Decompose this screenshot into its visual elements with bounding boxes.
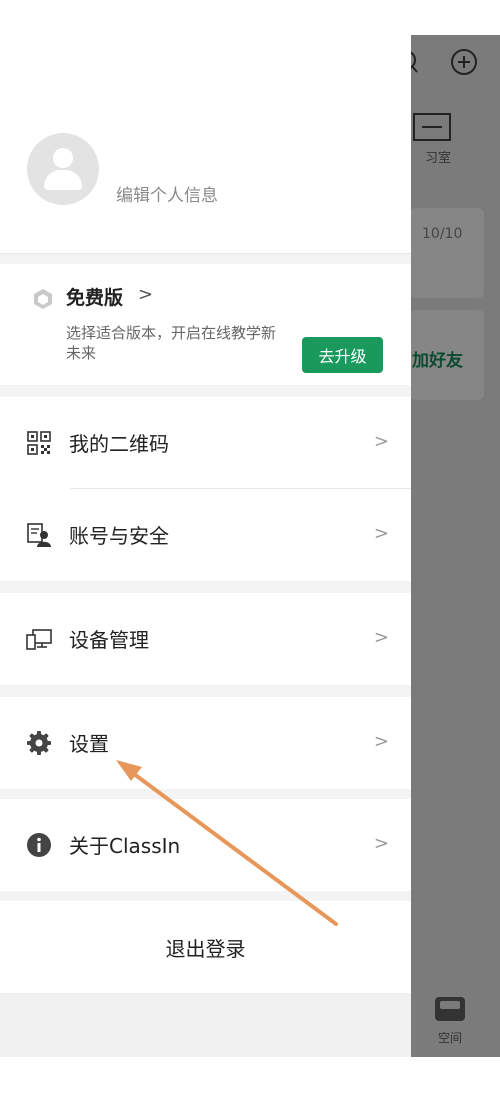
menu-item-about[interactable]: 关于ClassIn > (0, 799, 411, 891)
menu-group-about: 关于ClassIn > (0, 799, 411, 891)
tab-space-label: 空间 (437, 1031, 462, 1045)
profile-header[interactable]: 编辑个人信息 (0, 35, 411, 254)
add-circle-icon (451, 49, 477, 75)
plan-title[interactable]: 免费版 (66, 283, 123, 310)
avatar[interactable] (27, 133, 99, 205)
background-study-room-tool: 习室 (408, 113, 468, 166)
menu-item-qr-code[interactable]: 我的二维码 > (0, 397, 411, 489)
menu-group-account: 我的二维码 > 账号与安全 > (0, 397, 411, 581)
upgrade-button[interactable]: 去升级 (302, 337, 383, 373)
chevron-right-icon: > (373, 731, 389, 752)
background-add-friend-card: 加好友 (410, 310, 484, 400)
account-security-icon (27, 523, 51, 547)
menu-group-settings: 设置 > (0, 697, 411, 789)
menu-item-account-security[interactable]: 账号与安全 > (0, 489, 411, 581)
gear-icon (27, 731, 51, 755)
chevron-right-icon: > (373, 833, 389, 854)
device-icon (26, 629, 52, 650)
study-room-icon (413, 113, 451, 141)
background-top-icons (400, 48, 478, 76)
qr-code-icon (27, 431, 51, 455)
chevron-right-icon[interactable]: > (138, 284, 153, 305)
chevron-right-icon: > (373, 431, 389, 452)
edit-profile-link[interactable]: 编辑个人信息 (116, 181, 218, 206)
background-stat-card: 10/10 (410, 208, 484, 298)
avatar-body (44, 170, 82, 190)
study-room-label: 习室 (424, 151, 451, 166)
menu-label-account-security: 账号与安全 (69, 524, 169, 548)
avatar-head (53, 148, 73, 168)
drawer-footer (0, 993, 411, 1057)
menu-label-about: 关于ClassIn (69, 834, 181, 858)
chevron-right-icon: > (373, 627, 389, 648)
add-friend-label: 加好友 (412, 351, 463, 371)
menu-label-qr-code: 我的二维码 (69, 432, 169, 456)
stat-count: 10/10 (422, 226, 463, 242)
plan-description: 选择适合版本，开启在线教学新未来 (66, 324, 277, 362)
menu-label-device-manage: 设备管理 (69, 628, 149, 652)
side-drawer: 编辑个人信息 免费版 > 选择适合版本，开启在线教学新未来 去升级 我的二维码 … (0, 35, 411, 1057)
plan-card: 免费版 > 选择适合版本，开启在线教学新未来 去升级 (0, 264, 411, 385)
menu-group-device: 设备管理 > (0, 593, 411, 685)
menu-item-device-manage[interactable]: 设备管理 > (0, 593, 411, 685)
chevron-right-icon: > (373, 523, 389, 544)
menu-label-settings: 设置 (69, 732, 109, 756)
inbox-icon (435, 997, 465, 1021)
plan-badge-icon (34, 289, 52, 309)
background-tab-space: 空间 (420, 997, 480, 1046)
info-icon (27, 833, 51, 857)
menu-item-settings[interactable]: 设置 > (0, 697, 411, 789)
logout-button[interactable]: 退出登录 (0, 901, 411, 993)
